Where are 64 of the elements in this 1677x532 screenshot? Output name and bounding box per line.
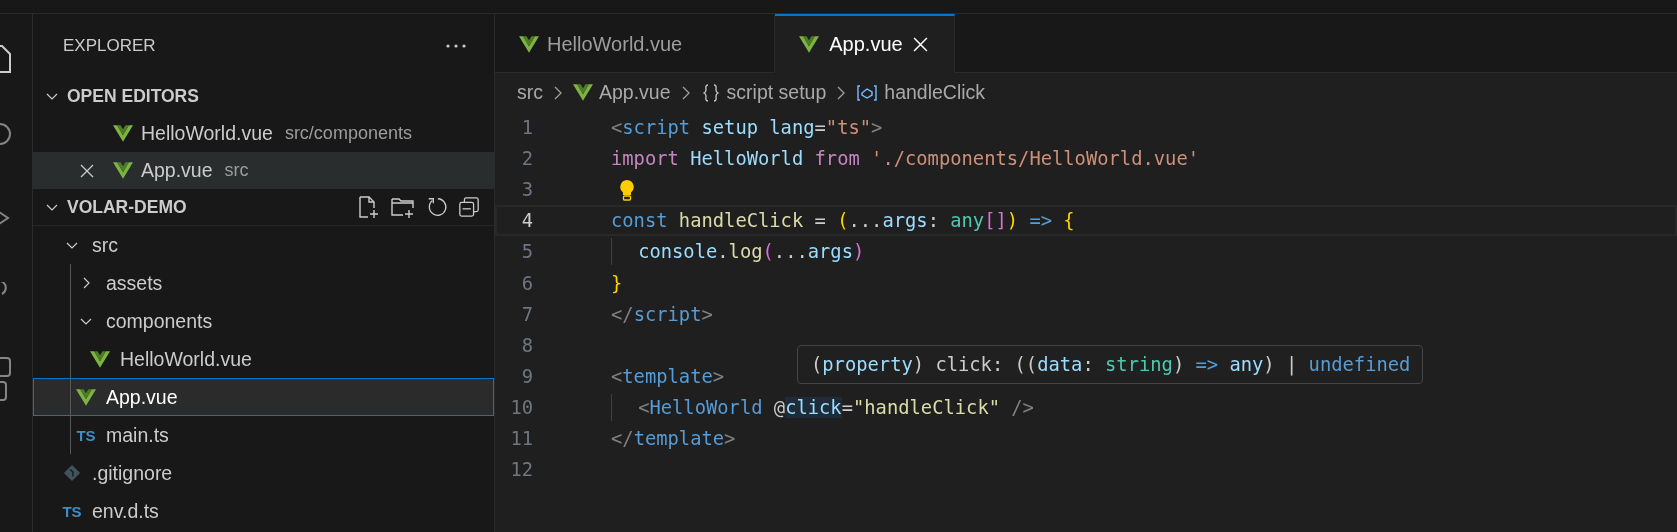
file-tree-item[interactable]: HelloWorld.vue xyxy=(33,340,494,378)
file-tree-item[interactable]: TS main.ts xyxy=(33,416,494,454)
section-header[interactable]: OPEN EDITORS xyxy=(33,77,494,115)
open-editor-item[interactable]: HelloWorld.vue src/components xyxy=(33,115,494,152)
editor-tab[interactable]: App.vue xyxy=(775,14,955,73)
collapse-all-icon[interactable] xyxy=(458,196,480,218)
line-number: 4 xyxy=(520,210,533,232)
code-line: </script> xyxy=(611,303,713,325)
sidebar-title: EXPLORER xyxy=(63,35,156,56)
code-line: } xyxy=(611,272,623,294)
code-line: const handleClick = (...args: any[]) => { xyxy=(611,210,1075,232)
new-folder-icon[interactable] xyxy=(390,195,416,219)
code-line: import HelloWorld from './components/HelloWorld.vue' xyxy=(611,148,1199,170)
line-number: 12 xyxy=(509,459,533,481)
line-number: 1 xyxy=(520,117,533,139)
file-type-icon: TS xyxy=(62,502,82,520)
line-number: 3 xyxy=(520,179,533,201)
v-file-icon xyxy=(90,350,110,368)
v-file-icon xyxy=(799,35,820,53)
file-type-icon: TS xyxy=(76,426,96,444)
breadcrumb-item[interactable]: src xyxy=(517,81,543,104)
breadcrumb-item[interactable]: handleClick xyxy=(856,81,986,104)
chevron-icon xyxy=(553,84,563,101)
line-number: 10 xyxy=(509,396,533,418)
line-number: 11 xyxy=(509,428,533,449)
section-header[interactable]: VOLAR-DEMO xyxy=(37,196,187,218)
close-icon[interactable] xyxy=(80,163,94,178)
lightbulb-icon[interactable] xyxy=(619,178,635,201)
code-line: <script setup lang="ts"> xyxy=(611,117,883,139)
code-line: <template> xyxy=(611,365,725,387)
diamond-file-icon xyxy=(63,464,81,482)
line-number: 8 xyxy=(520,334,533,356)
file-tree-item[interactable]: App.vue xyxy=(33,378,494,416)
file-tree-item[interactable]: components xyxy=(33,302,494,340)
chevron-icon xyxy=(680,84,691,101)
more-icon[interactable] xyxy=(446,43,466,48)
v-file-icon xyxy=(573,84,593,101)
code-line: <HelloWorld @click="handleClick" /> xyxy=(638,396,1034,418)
open-editor-item[interactable]: App.vue src xyxy=(33,152,494,189)
file-tree-item[interactable]: TS env.d.ts xyxy=(33,492,494,530)
file-tree-item[interactable]: assets xyxy=(33,264,494,302)
v-file-icon xyxy=(76,388,96,406)
chevron-icon xyxy=(836,84,847,101)
refresh-icon[interactable] xyxy=(426,196,448,218)
file-path: src xyxy=(224,160,249,181)
variable-icon xyxy=(856,83,879,102)
breadcrumb-item[interactable]: script setup xyxy=(700,81,827,104)
line-number: 6 xyxy=(520,272,533,294)
editor-tab[interactable]: HelloWorld.vue xyxy=(495,14,776,73)
line-number: 5 xyxy=(520,241,533,263)
v-file-icon xyxy=(113,162,133,179)
line-number: 9 xyxy=(520,365,533,387)
new-file-icon[interactable] xyxy=(356,195,380,219)
line-number: 7 xyxy=(520,303,533,325)
v-file-icon xyxy=(113,125,133,142)
file-path: src/components xyxy=(284,123,412,144)
hover-tooltip: (property) click: ((data: string) => any) | undefined xyxy=(797,345,1424,384)
line-number: 2 xyxy=(520,148,533,170)
v-file-icon xyxy=(519,35,539,53)
file-tree-item[interactable]: .gitignore xyxy=(33,454,494,492)
file-tree-item[interactable]: src xyxy=(33,226,494,264)
breadcrumb-item[interactable]: App.vue xyxy=(573,81,671,104)
code-line: </template> xyxy=(611,428,736,449)
code-line: console.log(...args) xyxy=(638,241,865,263)
